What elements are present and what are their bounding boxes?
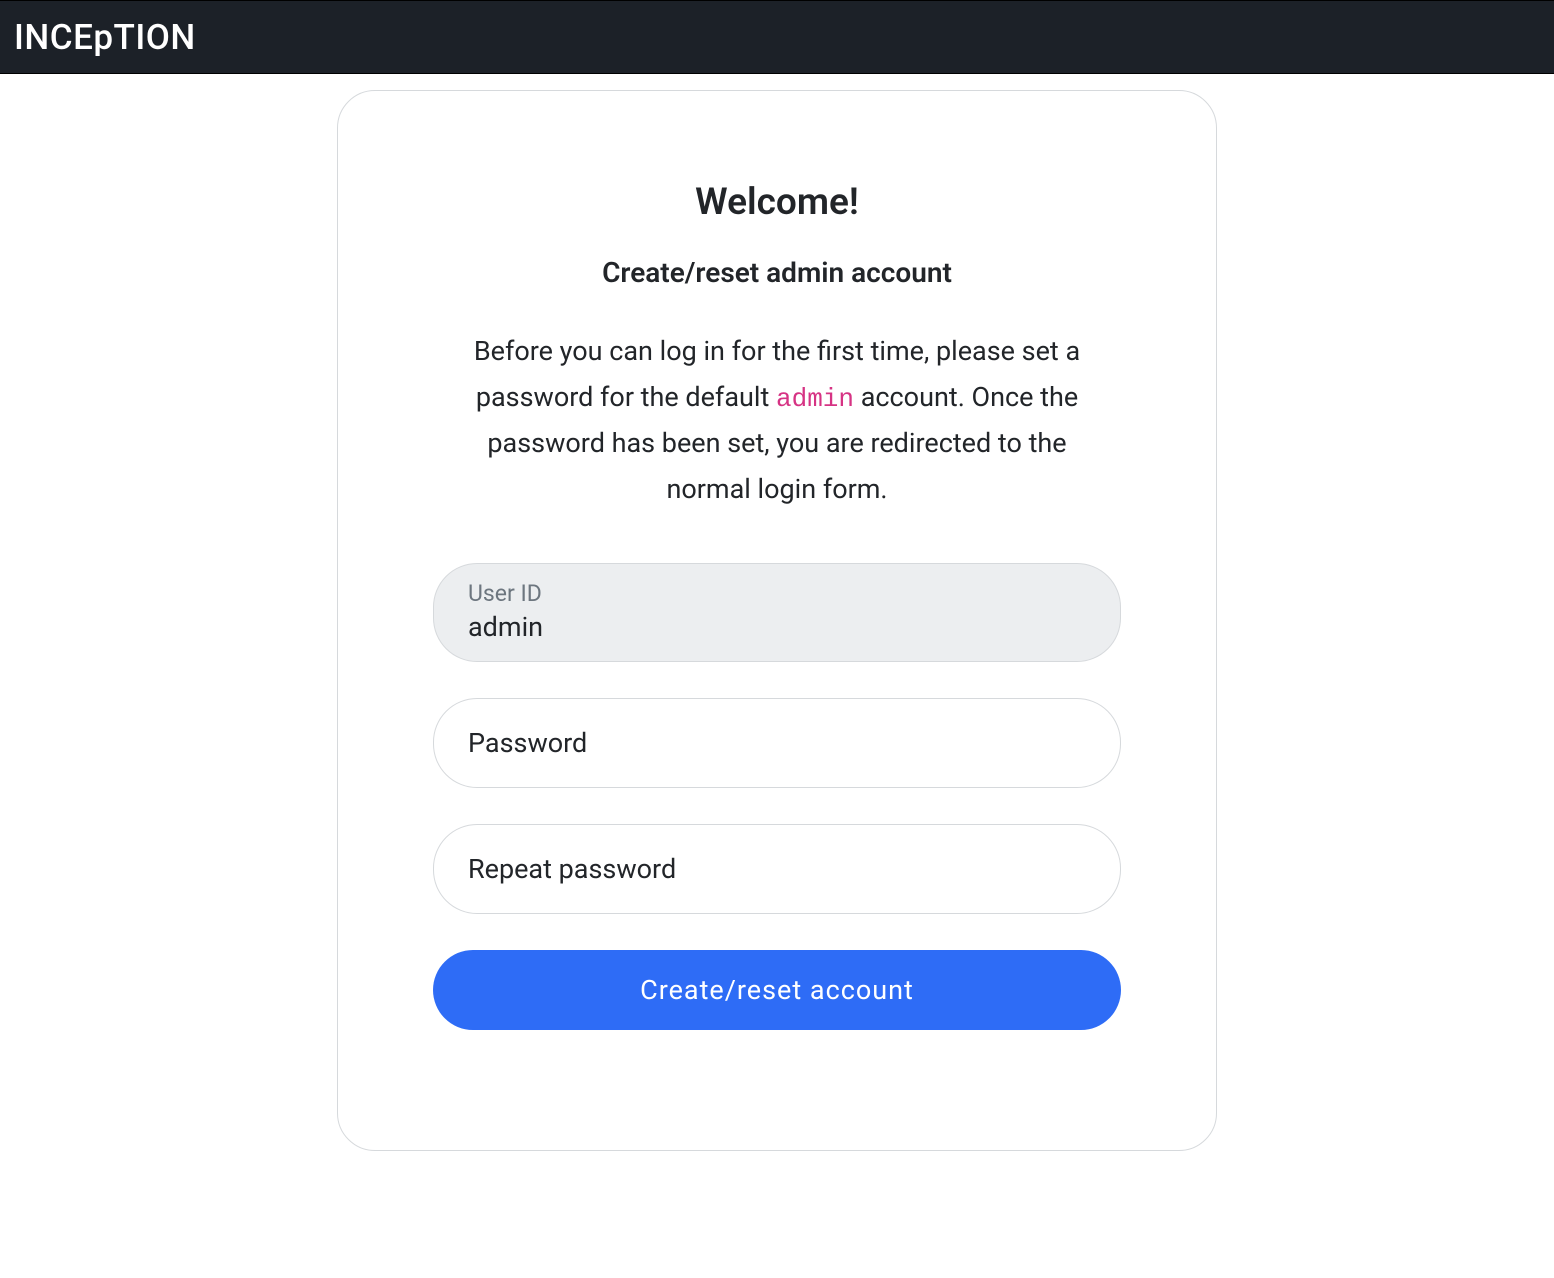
app-header: INCEpTION xyxy=(0,0,1554,74)
repeat-password-field-group xyxy=(433,824,1121,914)
password-field-group xyxy=(433,698,1121,788)
page-subtitle: Create/reset admin account xyxy=(433,256,1121,289)
create-reset-button[interactable]: Create/reset account xyxy=(433,950,1121,1030)
repeat-password-input[interactable] xyxy=(433,824,1121,914)
userid-value: admin xyxy=(468,611,543,643)
main-content: Welcome! Create/reset admin account Befo… xyxy=(0,74,1554,1151)
brand-lower: p xyxy=(93,17,113,58)
brand-prefix: INCE xyxy=(14,17,93,58)
page-title: Welcome! xyxy=(433,181,1121,224)
description-text: Before you can log in for the first time… xyxy=(433,329,1121,513)
welcome-card: Welcome! Create/reset admin account Befo… xyxy=(337,90,1217,1151)
password-input[interactable] xyxy=(433,698,1121,788)
userid-field-group: User ID admin xyxy=(433,563,1121,662)
description-code: admin xyxy=(776,384,854,414)
userid-label: User ID xyxy=(468,580,1086,607)
brand-logo: INCEpTION xyxy=(14,17,196,58)
brand-suffix: TION xyxy=(114,17,196,58)
